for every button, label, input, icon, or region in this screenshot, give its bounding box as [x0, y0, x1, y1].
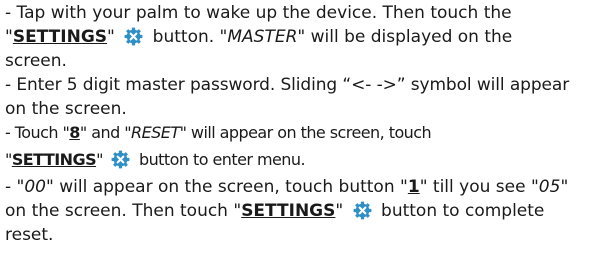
- code-00-label: 00: [24, 177, 46, 197]
- text: button to enter menu.: [138, 150, 306, 169]
- instructions-document: - Tap with your palm to wake up the devi…: [5, 1, 613, 247]
- text: ": [560, 177, 569, 197]
- key-1-label: 1: [407, 177, 420, 197]
- quote: ": [107, 27, 115, 47]
- text: - Enter 5 digit master password. Sliding…: [5, 75, 570, 95]
- settings-gear-icon: [111, 150, 130, 169]
- master-label: MASTER: [227, 27, 298, 47]
- text: on the screen.: [5, 99, 127, 119]
- line-9: on the screen. Then touch "SETTINGS" but…: [5, 199, 613, 223]
- text: " will appear on the screen, touch butto…: [46, 177, 408, 197]
- text: " will be displayed on the: [297, 27, 513, 47]
- line-3: screen.: [5, 49, 613, 73]
- settings-label: SETTINGS: [12, 27, 108, 47]
- settings-gear-icon: [124, 27, 143, 46]
- line-8: - "00" will appear on the screen, touch …: [5, 175, 613, 199]
- line-4: - Enter 5 digit master password. Sliding…: [5, 73, 613, 97]
- quote: ": [5, 150, 12, 169]
- key-8-label: 8: [69, 123, 80, 142]
- text: " will appear on the screen, touch: [179, 123, 432, 142]
- text: button to complete: [381, 201, 545, 221]
- line-7: "SETTINGS" button to enter menu.: [5, 145, 613, 175]
- text: screen.: [5, 51, 67, 71]
- text: - ": [5, 177, 25, 197]
- text: - Touch ": [5, 123, 70, 142]
- line-2: "SETTINGS" button. "MASTER" will be disp…: [5, 25, 613, 49]
- settings-label: SETTINGS: [241, 201, 336, 221]
- line-1: - Tap with your palm to wake up the devi…: [5, 1, 613, 25]
- text: on the screen. Then touch ": [5, 201, 242, 221]
- text: button. ": [152, 27, 228, 47]
- line-6: - Touch "8" and "RESET" will appear on t…: [5, 121, 613, 145]
- reset-label: RESET: [131, 123, 180, 142]
- line-10: reset.: [5, 223, 613, 247]
- text: " and ": [79, 123, 132, 142]
- code-05-label: 05: [538, 177, 561, 197]
- quote: ": [96, 150, 103, 169]
- text: reset.: [5, 225, 54, 245]
- text: - Tap with your palm to wake up the devi…: [5, 3, 512, 23]
- settings-label: SETTINGS: [11, 150, 97, 169]
- settings-gear-icon: [353, 201, 372, 220]
- quote: ": [5, 27, 13, 47]
- quote: ": [335, 201, 344, 221]
- line-5: on the screen.: [5, 97, 613, 121]
- text: " till you see ": [419, 177, 539, 197]
